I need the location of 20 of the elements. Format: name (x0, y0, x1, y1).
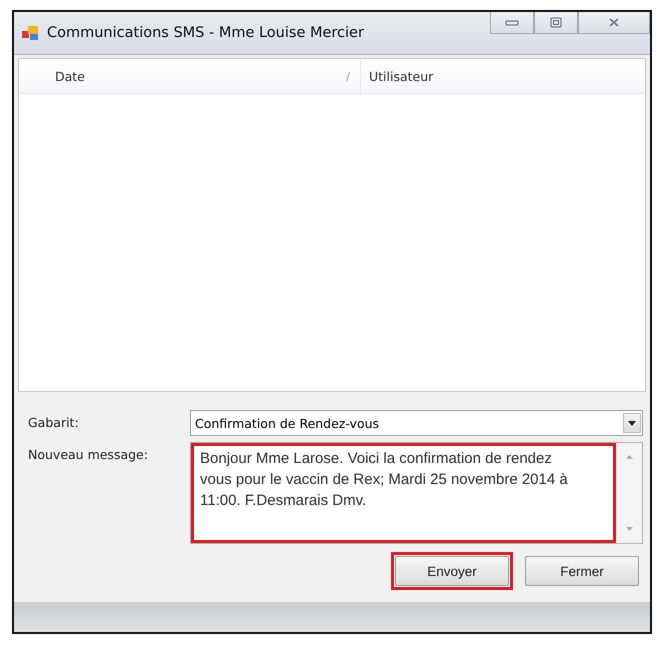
template-dropdown[interactable]: Confirmation de Rendez-vous (190, 410, 643, 436)
minimize-button[interactable] (490, 12, 534, 34)
maximize-icon (550, 17, 562, 28)
close-dialog-button[interactable]: Fermer (525, 556, 639, 586)
message-label: Nouveau message: (28, 446, 149, 462)
column-header[interactable]: Utilisateur (369, 68, 434, 84)
maximize-button[interactable] (534, 12, 578, 34)
sort-mark: / (346, 70, 350, 82)
app-icon (22, 25, 40, 41)
window-title: Communications SMS - Mme Louise Mercier (47, 25, 365, 41)
scroll-up-icon[interactable] (626, 455, 632, 459)
column-header[interactable]: Date (55, 68, 85, 84)
scrollbar[interactable] (616, 443, 642, 543)
minimize-icon (505, 18, 519, 26)
send-button[interactable]: Envoyer (395, 556, 509, 586)
close-icon (608, 17, 620, 28)
scroll-down-icon[interactable] (626, 527, 632, 531)
template-label: Gabarit: (28, 414, 80, 430)
close-button[interactable] (578, 12, 650, 34)
message-field[interactable]: Bonjour Mme Larose. Voici la confirmation de rendez vous pour le vaccin de Rex; Mardi 25 novembre 2014 à 11:00. F.Desmarais Dmv. (191, 443, 616, 543)
